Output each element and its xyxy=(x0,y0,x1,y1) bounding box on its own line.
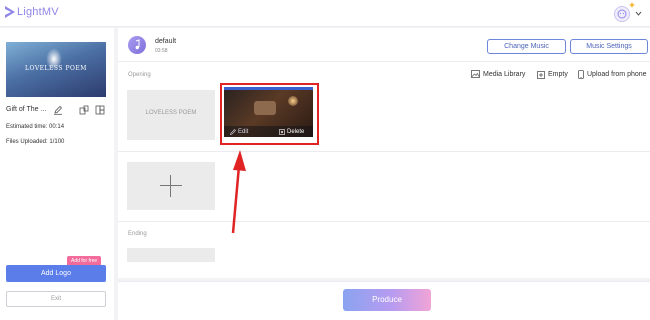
opening-placeholder-text: LOVELESS POEM xyxy=(145,110,197,116)
music-note-icon xyxy=(128,36,146,54)
estimated-time: Estimated time: 00:14 xyxy=(6,124,65,130)
media-library-icon xyxy=(471,70,480,78)
exit-button[interactable]: Exit xyxy=(6,291,106,307)
editor-panel xyxy=(118,28,650,278)
media-library-button[interactable]: Media Library xyxy=(471,70,525,78)
add-logo-button[interactable]: Add Logo xyxy=(6,265,106,282)
music-duration: 03:58 xyxy=(155,48,168,54)
avatar-face-icon xyxy=(617,9,627,19)
ending-section-label: Ending xyxy=(128,231,147,237)
music-settings-button[interactable]: Music Settings xyxy=(570,39,648,54)
aspect-ratio-icon[interactable] xyxy=(79,105,89,115)
section-divider xyxy=(118,151,650,152)
section-divider xyxy=(118,221,650,222)
user-avatar-icon[interactable] xyxy=(614,6,630,22)
empty-label: Empty xyxy=(548,71,568,78)
layout-grid-icon[interactable] xyxy=(95,105,105,115)
top-bar xyxy=(0,0,650,27)
opening-placeholder[interactable]: LOVELESS POEM xyxy=(127,90,215,140)
template-name: Gift of The ... xyxy=(6,106,47,113)
empty-button[interactable]: Empty xyxy=(537,70,568,79)
template-thumbnail[interactable]: LOVELESS POEM xyxy=(6,42,106,97)
upload-from-phone-button[interactable]: Upload from phone xyxy=(578,70,647,79)
chevron-down-icon[interactable] xyxy=(635,10,642,17)
app-name: LightMV xyxy=(17,6,59,18)
media-library-label: Media Library xyxy=(483,70,526,78)
app-logo[interactable]: LightMV xyxy=(5,6,59,18)
produce-button[interactable]: Produce xyxy=(343,289,431,311)
add-clip-button[interactable] xyxy=(127,162,215,210)
empty-slot-icon xyxy=(537,71,545,79)
edit-icon[interactable] xyxy=(53,105,63,115)
notification-badge-icon xyxy=(629,2,635,8)
files-uploaded: Files Uploaded: 1/100 xyxy=(6,139,65,145)
opening-section-label: Opening xyxy=(128,72,151,78)
thumbnail-title: LOVELESS POEM xyxy=(25,65,87,72)
music-name: default xyxy=(155,38,177,45)
plus-icon-vertical xyxy=(170,175,171,197)
annotation-highlight-box xyxy=(220,83,319,145)
upload-from-phone-label: Upload from phone xyxy=(587,71,647,78)
change-music-button[interactable]: Change Music xyxy=(487,39,566,54)
phone-icon xyxy=(578,70,584,79)
logo-icon xyxy=(5,6,15,18)
ending-placeholder[interactable] xyxy=(127,248,215,262)
plus-icon xyxy=(160,185,182,186)
